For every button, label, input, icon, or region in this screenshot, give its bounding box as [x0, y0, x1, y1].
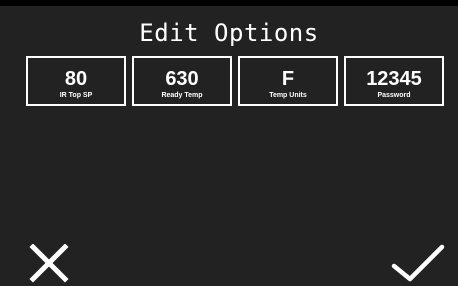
temp-units-button[interactable]: F Temp Units: [238, 56, 338, 106]
password-button[interactable]: 12345 Password: [344, 56, 444, 106]
cancel-button[interactable]: [28, 244, 74, 284]
ir-top-sp-value: 80: [64, 68, 88, 90]
password-label: Password: [377, 92, 411, 99]
password-value: 12345: [366, 68, 422, 90]
page-title: Edit Options: [139, 19, 319, 47]
checkmark-icon: [391, 244, 445, 282]
edit-options-screen: Edit Options 80 IR Top SP 630 Ready Temp…: [0, 6, 458, 286]
ready-temp-button[interactable]: 630 Ready Temp: [132, 56, 232, 106]
ready-temp-label: Ready Temp: [161, 92, 203, 99]
close-icon: [29, 244, 69, 283]
options-row: 80 IR Top SP 630 Ready Temp F Temp Units…: [26, 56, 444, 108]
temp-units-label: Temp Units: [269, 92, 307, 99]
ir-top-sp-label: IR Top SP: [59, 92, 93, 99]
ready-temp-value: 630: [165, 68, 199, 90]
confirm-button[interactable]: [390, 244, 446, 286]
ir-top-sp-button[interactable]: 80 IR Top SP: [26, 56, 126, 106]
temp-units-value: F: [281, 68, 295, 90]
